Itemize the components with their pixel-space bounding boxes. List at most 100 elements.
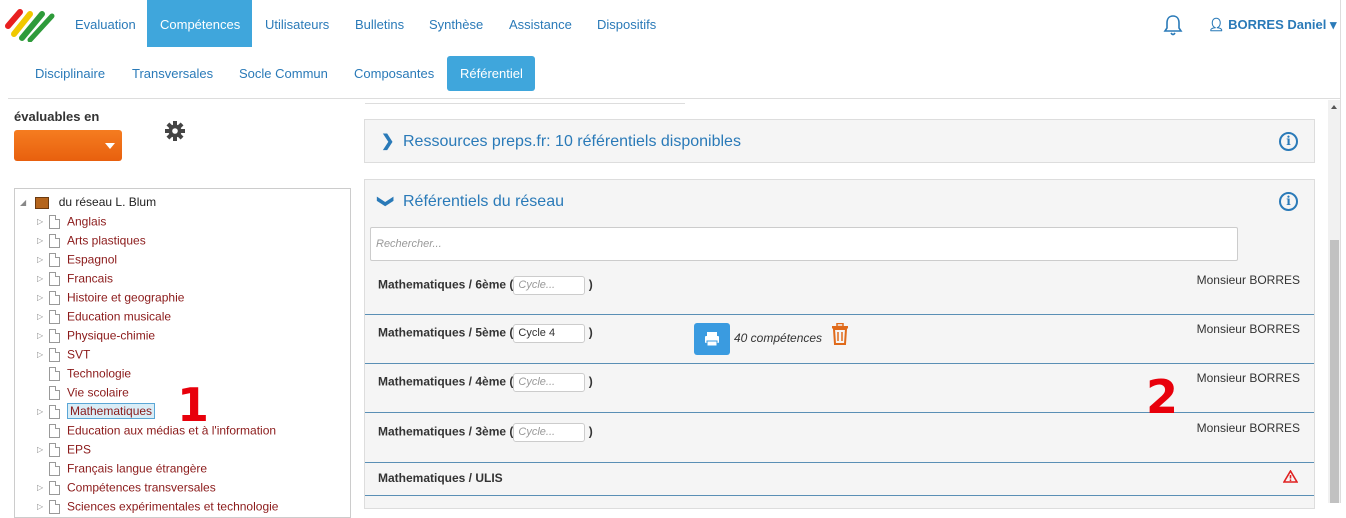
file-icon <box>49 461 60 476</box>
expand-icon[interactable]: ▷ <box>37 232 49 249</box>
tree-node-label[interactable]: Compétences transversales <box>67 480 216 494</box>
tree-node-label[interactable]: Sciences expérimentales et technologie <box>67 499 278 513</box>
tree-node[interactable]: ▷ SVT <box>37 346 90 365</box>
row-title: Mathematiques / 4ème <box>378 374 507 389</box>
preps-panel-header[interactable]: ❯ Ressources preps.fr: 10 référentiels d… <box>365 120 1314 163</box>
info-icon[interactable]: i <box>1279 192 1298 211</box>
tree-node[interactable]: Vie scolaire <box>37 384 129 403</box>
trash-icon[interactable] <box>830 323 850 345</box>
tree-node-label[interactable]: Histoire et geographie <box>67 290 184 304</box>
expand-icon[interactable]: ▷ <box>37 441 49 458</box>
tree-node-label[interactable]: Mathematiques <box>67 403 156 420</box>
tree-node[interactable]: ▷ Physique-chimie <box>37 327 155 346</box>
tree-node-label[interactable]: Education aux médias et à l'information <box>67 423 276 437</box>
tab-transversales[interactable]: Transversales <box>119 56 226 91</box>
nav-dispositifs[interactable]: Dispositifs <box>584 0 674 47</box>
file-icon <box>49 290 60 305</box>
nav-competences[interactable]: Compétences <box>147 0 252 47</box>
expand-icon[interactable]: ▷ <box>37 346 49 363</box>
tree-node[interactable]: ▷ EPS <box>37 441 91 460</box>
file-icon <box>49 480 60 495</box>
network-panel-title: Référentiels du réseau <box>403 193 564 210</box>
tab-disciplinaire[interactable]: Disciplinaire <box>22 56 119 91</box>
tree-node[interactable]: ▷ Anglais <box>37 213 106 232</box>
collapse-icon[interactable]: ◢ <box>20 195 32 211</box>
tree-node[interactable]: Education aux médias et à l'information <box>37 422 276 441</box>
info-icon[interactable]: i <box>1279 132 1298 151</box>
cycle-input[interactable]: Cycle 4 <box>513 324 586 343</box>
expand-icon[interactable]: ▷ <box>37 270 49 287</box>
competences-count: 40 compétences <box>734 331 823 345</box>
tab-composantes[interactable]: Composantes <box>341 56 447 91</box>
user-menu[interactable]: 👤︎ BORRES Daniel ▾ <box>1208 0 1337 47</box>
expand-icon[interactable]: ▷ <box>37 498 49 515</box>
tab-referentiel[interactable]: Référentiel <box>447 56 535 91</box>
cycle-input[interactable]: Cycle... <box>513 423 586 442</box>
tree-node-label[interactable]: Arts plastiques <box>67 233 146 247</box>
bell-icon[interactable] <box>1163 14 1183 36</box>
evaluable-dropdown[interactable] <box>14 130 122 161</box>
expand-icon[interactable]: ▷ <box>37 213 49 230</box>
tree-node-label[interactable]: SVT <box>67 347 90 361</box>
warning-icon <box>1283 470 1298 483</box>
expand-icon[interactable]: ▷ <box>37 479 49 496</box>
tree-node[interactable]: ▷ Education musicale <box>37 308 171 327</box>
file-icon <box>49 423 60 438</box>
tree-node[interactable]: Français langue étrangère <box>37 460 207 479</box>
evaluable-label: évaluables en <box>14 109 100 124</box>
tree-node-label[interactable]: Anglais <box>67 214 106 228</box>
print-icon <box>705 332 719 347</box>
tree-node-label[interactable]: EPS <box>67 442 91 456</box>
tree-node[interactable]: ▷ Sciences expérimentales et technologie <box>37 498 278 517</box>
tree-node[interactable]: ▷ Mathematiques <box>37 403 156 422</box>
hscroll-remnant <box>365 99 685 104</box>
tree-node[interactable]: Technologie <box>37 365 131 384</box>
expand-icon[interactable]: ▷ <box>37 289 49 306</box>
expand-icon[interactable]: ▷ <box>37 327 49 344</box>
network-panel-header[interactable]: ❯ Référentiels du réseau i <box>365 180 1314 223</box>
file-icon <box>49 347 60 362</box>
chevron-down-icon: ❯ <box>377 194 395 209</box>
vertical-scrollbar[interactable] <box>1328 100 1340 503</box>
tree-node-label[interactable]: Français langue étrangère <box>67 461 207 475</box>
tab-socle-commun[interactable]: Socle Commun <box>226 56 341 91</box>
referential-row: Mathematiques / 5ème (Cycle 4 ) 40 compé… <box>365 315 1314 364</box>
referential-row: Mathematiques / 3ème (Cycle... ) Monsieu… <box>365 413 1314 463</box>
row-owner: Monsieur BORRES <box>1196 421 1300 435</box>
tree-node[interactable]: ▷ Histoire et geographie <box>37 289 184 308</box>
file-icon <box>49 214 60 229</box>
gear-icon[interactable] <box>164 120 186 142</box>
tree-node[interactable]: ▷ Compétences transversales <box>37 479 216 498</box>
nav-evaluation[interactable]: Evaluation <box>63 0 147 47</box>
tree-node-label[interactable]: Francais <box>67 271 113 285</box>
tree-node-label[interactable]: Technologie <box>67 366 131 380</box>
tree-node[interactable]: ▷ Arts plastiques <box>37 232 146 251</box>
cycle-input[interactable]: Cycle... <box>513 373 586 392</box>
nav-bulletins[interactable]: Bulletins <box>342 0 416 47</box>
app-logo[interactable] <box>4 6 56 42</box>
tree-node-label[interactable]: Education musicale <box>67 309 171 323</box>
expand-icon[interactable]: ▷ <box>37 251 49 268</box>
expand-icon[interactable]: ▷ <box>37 403 49 420</box>
tree-node-label[interactable]: Espagnol <box>67 252 117 266</box>
scroll-up-icon[interactable] <box>1331 105 1337 109</box>
user-name: BORRES Daniel <box>1228 17 1327 32</box>
nav-synthese[interactable]: Synthèse <box>416 0 496 47</box>
print-button[interactable] <box>694 323 730 355</box>
file-icon <box>49 366 60 381</box>
cycle-input[interactable]: Cycle... <box>513 276 586 295</box>
tree-node[interactable]: ▷ Espagnol <box>37 251 117 270</box>
scrollbar-thumb[interactable] <box>1330 240 1339 503</box>
file-icon <box>49 309 60 324</box>
row-owner: Monsieur BORRES <box>1196 322 1300 336</box>
tree-node-label[interactable]: Physique-chimie <box>67 328 155 342</box>
nav-assistance[interactable]: Assistance <box>496 0 584 47</box>
tree-root[interactable]: ◢ du réseau L. Blum <box>20 194 156 210</box>
expand-icon[interactable]: ▷ <box>37 308 49 325</box>
tree-node[interactable]: ▷ Francais <box>37 270 113 289</box>
row-title: Mathematiques / 5ème <box>378 325 507 340</box>
row-title: Mathematiques / 6ème <box>378 277 507 292</box>
search-input[interactable]: Rechercher... <box>370 227 1238 261</box>
tree-node-label[interactable]: Vie scolaire <box>67 385 129 399</box>
nav-utilisateurs[interactable]: Utilisateurs <box>252 0 342 47</box>
